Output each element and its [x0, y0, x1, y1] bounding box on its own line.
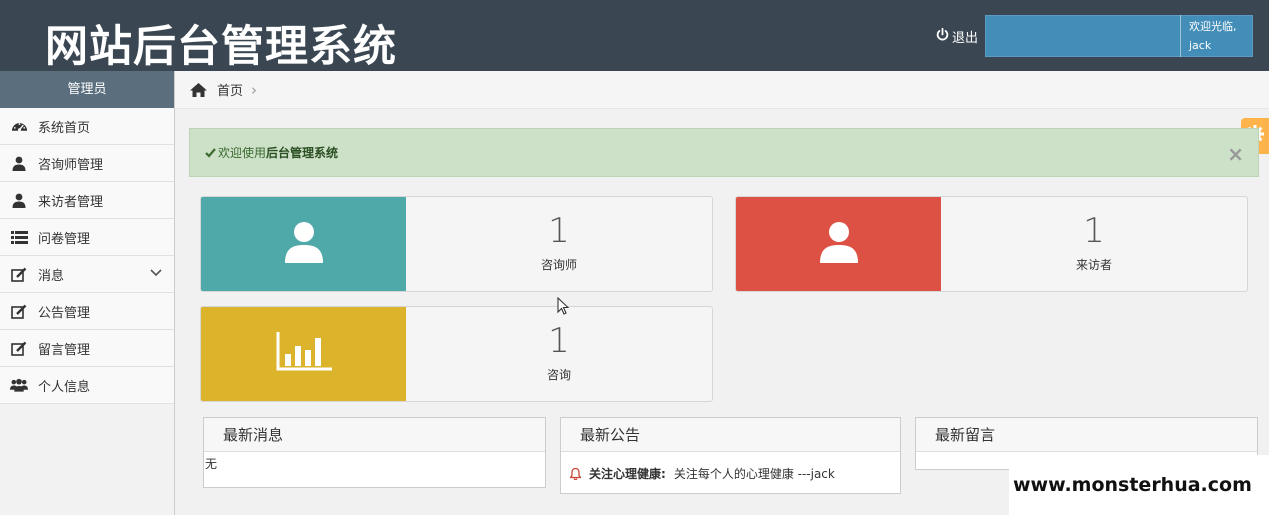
- edit-icon: [10, 303, 28, 319]
- notice-item[interactable]: 关注心理健康: 关注每个人的心理健康 ---jack: [561, 452, 900, 482]
- user-icon: [819, 221, 859, 267]
- bar-chart-icon: [276, 332, 332, 376]
- sidebar-item-label: 系统首页: [38, 120, 91, 136]
- stat-card-visitors[interactable]: 1 来访者: [735, 196, 1248, 292]
- sidebar-item-profile[interactable]: 个人信息: [0, 367, 174, 404]
- sidebar-item-visitors[interactable]: 来访者管理: [0, 182, 174, 219]
- user-icon: [10, 192, 28, 208]
- power-icon: [936, 27, 949, 45]
- close-icon[interactable]: ×: [1227, 142, 1244, 166]
- stat-label: 来访者: [1075, 258, 1112, 272]
- stat-card-icon-area: [201, 307, 406, 401]
- notice-text: 关注每个人的心理健康 ---jack: [673, 467, 835, 481]
- notice-title: 关注心理健康:: [589, 467, 666, 481]
- sidebar-item-comments[interactable]: 留言管理: [0, 330, 174, 367]
- sidebar: 管理员 系统首页 咨询师管理 来访者管理 问卷管理 消息 公告管理 留言管理 个…: [0, 71, 175, 515]
- sidebar-item-label: 消息: [38, 268, 65, 284]
- sidebar-item-dashboard[interactable]: 系统首页: [0, 108, 174, 145]
- stat-value: 1: [548, 321, 570, 361]
- users-icon: [10, 377, 28, 393]
- panel-title: 最新消息: [204, 418, 545, 452]
- sidebar-item-notices[interactable]: 公告管理: [0, 293, 174, 330]
- welcome-username: jack: [1189, 39, 1212, 52]
- sidebar-item-label: 来访者管理: [38, 194, 104, 210]
- sidebar-item-counselors[interactable]: 咨询师管理: [0, 145, 174, 182]
- stat-card-counselors[interactable]: 1 咨询师: [200, 196, 713, 292]
- stat-label: 咨询师: [540, 258, 577, 272]
- sidebar-item-messages[interactable]: 消息: [0, 256, 174, 293]
- home-icon[interactable]: [190, 82, 207, 97]
- welcome-greeting: 欢迎光临,: [1189, 20, 1237, 33]
- breadcrumb-home[interactable]: 首页: [217, 80, 243, 99]
- stat-value: 1: [548, 211, 570, 251]
- watermark-text: www.monsterhua.com: [1009, 455, 1269, 515]
- chevron-down-icon[interactable]: [150, 266, 162, 281]
- stat-label: 咨询: [546, 368, 571, 382]
- stat-card-icon-area: [201, 197, 406, 291]
- mouse-cursor: [557, 296, 570, 319]
- latest-notices-panel: 最新公告 关注心理健康: 关注每个人的心理健康 ---jack: [560, 417, 901, 494]
- logout-label: 退出: [952, 31, 979, 46]
- user-icon: [10, 155, 28, 171]
- edit-icon: [10, 340, 28, 356]
- stat-card-consultations[interactable]: 1 咨询: [200, 306, 713, 402]
- sidebar-item-questionnaires[interactable]: 问卷管理: [0, 219, 174, 256]
- bell-icon: [570, 467, 581, 480]
- top-header: 网站后台管理系统 退出 欢迎光临, jack: [0, 0, 1269, 72]
- stat-value: 1: [1083, 211, 1105, 251]
- panel-title: 最新留言: [916, 418, 1257, 452]
- sidebar-item-label: 留言管理: [38, 342, 91, 358]
- sidebar-item-label: 公告管理: [38, 305, 91, 321]
- welcome-alert: 欢迎使用 后台管理系统 ×: [189, 128, 1259, 177]
- sidebar-item-label: 个人信息: [38, 379, 91, 395]
- logout-button[interactable]: 退出: [936, 27, 978, 46]
- panel-empty-text: 无: [205, 457, 218, 471]
- welcome-text: 欢迎光临, jack: [1180, 15, 1253, 57]
- check-icon: [205, 147, 216, 158]
- breadcrumb-separator: ›: [251, 80, 258, 99]
- dashboard-icon: [10, 118, 28, 134]
- user-icon: [284, 221, 324, 267]
- sidebar-title: 管理员: [0, 71, 174, 108]
- sidebar-item-label: 问卷管理: [38, 231, 91, 247]
- list-icon: [10, 229, 28, 245]
- breadcrumb: 首页 ›: [175, 71, 1269, 109]
- panel-title: 最新公告: [561, 418, 900, 452]
- stat-card-icon-area: [736, 197, 941, 291]
- edit-icon: [10, 266, 28, 282]
- alert-prefix: 欢迎使用: [218, 146, 267, 160]
- alert-strong-text: 后台管理系统: [266, 146, 339, 160]
- app-title: 网站后台管理系统: [45, 22, 397, 72]
- sidebar-item-label: 咨询师管理: [38, 157, 104, 173]
- latest-messages-panel: 最新消息 无: [203, 417, 546, 488]
